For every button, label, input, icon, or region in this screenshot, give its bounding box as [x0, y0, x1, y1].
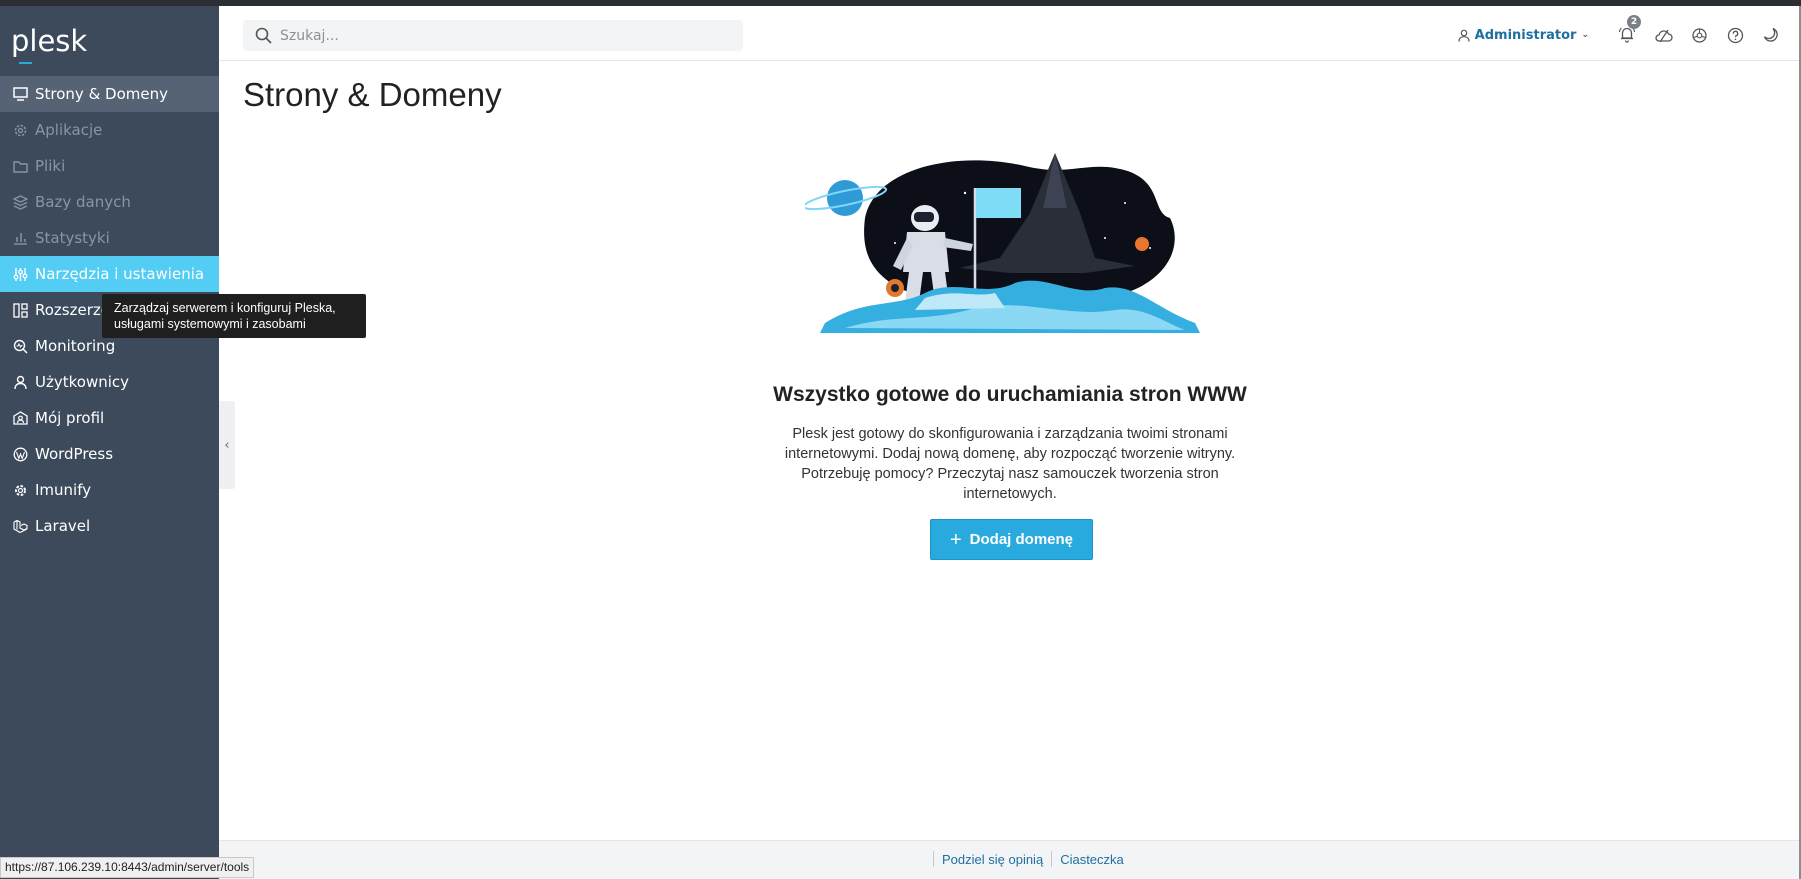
- sidebar-item-label: Aplikacje: [35, 121, 103, 139]
- sidebar-item-wordpress[interactable]: WordPress: [0, 436, 219, 472]
- sidebar-item-files[interactable]: Pliki: [0, 148, 219, 184]
- sidebar-item-label: Pliki: [35, 157, 66, 175]
- footer-links: Podziel się opinią Ciasteczka: [925, 851, 1124, 867]
- sidebar-item-label: Bazy danych: [35, 193, 131, 211]
- bug-icon: [1691, 27, 1707, 43]
- monitor-icon: [12, 86, 28, 102]
- sidebar-item-users[interactable]: Użytkownicy: [0, 364, 219, 400]
- gear-icon: [12, 122, 28, 138]
- sidebar-item-imunify[interactable]: Imunify: [0, 472, 219, 508]
- monitoring-icon: [12, 338, 28, 354]
- folder-icon: [12, 158, 28, 174]
- sidebar-item-applications[interactable]: Aplikacje: [0, 112, 219, 148]
- sidebar-item-label: Strony & Domeny: [35, 85, 168, 103]
- cloud-icon: [1654, 29, 1673, 42]
- sidebar: plesk Strony & Domeny Aplikacje Pliki Ba…: [0, 6, 219, 879]
- sliders-icon: [12, 266, 28, 282]
- notifications-badge: 2: [1627, 15, 1641, 29]
- dark-mode-icon: [1763, 27, 1778, 42]
- wordpress-icon: [12, 446, 28, 462]
- sidebar-item-my-profile[interactable]: Mój profil: [0, 400, 219, 436]
- help-icon: [1727, 27, 1743, 43]
- plesk-logo[interactable]: plesk: [11, 24, 88, 64]
- sidebar-item-statistics[interactable]: Statystyki: [0, 220, 219, 256]
- help-button[interactable]: [1723, 23, 1747, 47]
- chevron-left-icon: ‹: [224, 437, 230, 453]
- sidebar-collapse-handle[interactable]: ‹: [219, 401, 235, 489]
- bug-report-button[interactable]: [1687, 23, 1711, 47]
- sidebar-item-label: Monitoring: [35, 337, 116, 355]
- extensions-icon: [12, 302, 28, 318]
- plus-icon: +: [949, 528, 962, 551]
- sidebar-item-websites-domains[interactable]: Strony & Domeny: [0, 76, 219, 112]
- cloud-button[interactable]: [1651, 23, 1675, 47]
- footer: Podziel się opinią Ciasteczka: [219, 840, 1801, 879]
- user-icon: [1458, 29, 1470, 42]
- search-input[interactable]: [280, 27, 720, 44]
- search-icon: [255, 27, 272, 44]
- chevron-down-icon: ⌄: [1581, 30, 1589, 40]
- logo-text: plesk: [11, 24, 88, 58]
- user-icon: [12, 374, 28, 390]
- top-header: Administrator ⌄ 2: [219, 6, 1801, 61]
- header-actions: Administrator ⌄ 2: [1458, 15, 1801, 47]
- astronaut-illustration: [805, 153, 1200, 333]
- feedback-link[interactable]: Podziel się opinią: [942, 852, 1043, 867]
- tools-tooltip: Zarządzaj serwerem i konfiguruj Pleska, …: [102, 294, 366, 338]
- sidebar-item-label: Laravel: [35, 517, 91, 535]
- sidebar-item-laravel[interactable]: Laravel: [0, 508, 219, 544]
- sidebar-item-label: WordPress: [35, 445, 114, 463]
- footer-divider: [1051, 851, 1053, 867]
- empty-state-description: Plesk jest gotowy do skonfigurowania i z…: [784, 426, 1236, 502]
- cookies-link[interactable]: Ciasteczka: [1060, 852, 1124, 867]
- logo-accent: [19, 62, 32, 64]
- sidebar-item-databases[interactable]: Bazy danych: [0, 184, 219, 220]
- chart-icon: [12, 230, 28, 246]
- browser-status-url: https://87.106.239.10:8443/admin/server/…: [0, 857, 255, 878]
- imunify-icon: [12, 482, 28, 498]
- laravel-icon: [12, 518, 28, 534]
- sidebar-item-tools-settings[interactable]: Narzędzia i ustawienia: [0, 256, 219, 292]
- empty-state-title: Wszystko gotowe do uruchamiania stron WW…: [773, 383, 1247, 406]
- sidebar-item-label: Mój profil: [35, 409, 105, 427]
- footer-divider: [933, 851, 934, 867]
- search-box[interactable]: [243, 20, 743, 51]
- add-domain-button[interactable]: + Dodaj domenę: [930, 519, 1093, 560]
- database-icon: [12, 194, 28, 210]
- page-title: Strony & Domeny: [243, 76, 502, 113]
- notifications-button[interactable]: 2: [1615, 15, 1641, 47]
- profile-icon: [12, 410, 28, 426]
- sidebar-item-label: Narzędzia i ustawienia: [35, 265, 205, 283]
- sidebar-item-label: Statystyki: [35, 229, 110, 247]
- dark-mode-toggle[interactable]: [1759, 23, 1783, 47]
- user-name: Administrator: [1474, 27, 1577, 43]
- sidebar-item-label: Użytkownicy: [35, 373, 130, 391]
- sidebar-item-label: Imunify: [35, 481, 92, 499]
- user-menu[interactable]: Administrator ⌄: [1458, 28, 1589, 43]
- add-domain-label: Dodaj domenę: [969, 531, 1074, 548]
